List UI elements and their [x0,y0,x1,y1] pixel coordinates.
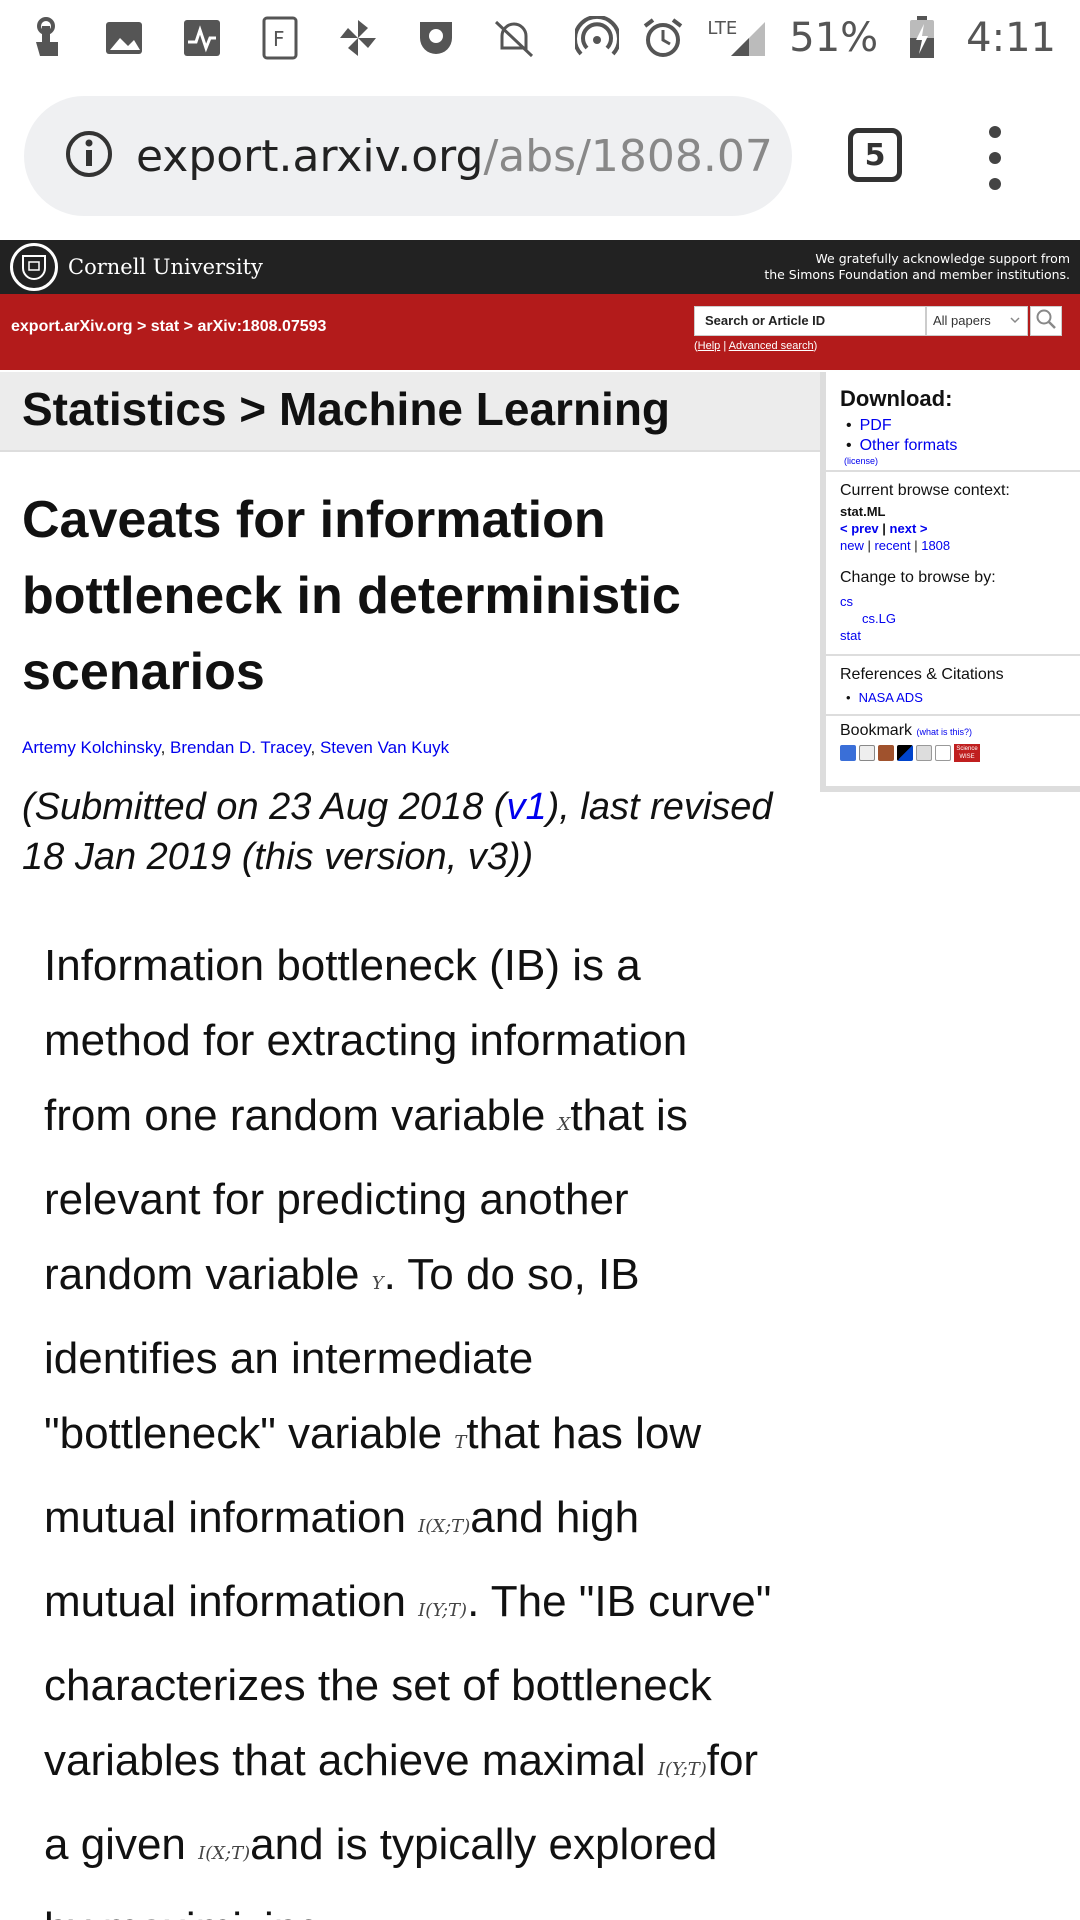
month-link[interactable]: 1808 [921,538,950,553]
digg-icon[interactable] [916,745,932,761]
sciencewise-icon[interactable]: Science WISE [954,744,980,762]
search-help-links: (Help | Advanced search) [694,340,818,352]
pulse-chart-icon [180,16,224,60]
image-icon [102,16,146,60]
help-link[interactable]: Help [698,340,721,352]
license-link[interactable]: (license) [844,456,1066,466]
flipboard-icon: F [258,16,302,60]
shield-icon [414,16,458,60]
notifications-off-icon [492,16,536,60]
overflow-menu-icon[interactable] [980,126,1010,190]
math-symbol: X [557,1114,571,1135]
next-link[interactable]: next > [890,521,928,536]
battery-percent: 51% [789,15,879,61]
recent-link[interactable]: recent [874,538,910,553]
support-acknowledgement[interactable]: We gratefully acknowledge support from t… [764,251,1070,283]
browse-cs-lg-link[interactable]: cs.LG [840,610,1066,627]
search-scope-select[interactable]: All papers [926,306,1028,336]
what-is-this-link[interactable]: (what is this?) [916,727,972,737]
prev-link[interactable]: < prev [840,521,879,536]
browse-context-label: Current browse context: [840,482,1010,499]
download-title: Download: [840,386,953,411]
cornell-seal-icon[interactable] [10,243,58,291]
submission-dateline: (Submitted on 23 Aug 2018 (v1), last rev… [22,786,773,878]
nasa-ads-link[interactable]: NASA ADS [846,688,1066,708]
chevron-down-icon [1009,313,1021,329]
reddit-icon[interactable] [935,745,951,761]
author-list: Artemy Kolchinsky, Brendan D. Tracey, St… [22,738,450,757]
author-link[interactable]: Brendan D. Tracey [170,738,310,757]
browse-context-value: stat.ML [840,504,886,519]
url-text[interactable]: export.arxiv.org/abs/1808.07 [136,131,773,182]
info-icon[interactable] [64,129,114,183]
breadcrumb[interactable]: export.arXiv.org > stat > arXiv:1808.075… [11,318,326,336]
pdf-link[interactable]: PDF [846,416,1066,436]
url-bar[interactable]: export.arxiv.org/abs/1808.07 [24,96,792,216]
bookmark-label: Bookmark [840,722,913,739]
abstract-text: Information bottleneck (IB) is a method … [44,941,772,1920]
bibsonomy-icon[interactable] [840,745,856,761]
author-link[interactable]: Steven Van Kuyk [320,738,449,757]
svg-text:F: F [273,27,285,51]
math-symbol: I(X;T) [418,1516,471,1537]
other-formats-link[interactable]: Other formats [846,436,1066,456]
advanced-search-link[interactable]: Advanced search [729,340,814,352]
browse-cs-link[interactable]: cs [840,593,1066,610]
version-v1-link[interactable]: v1 [506,786,546,828]
status-bar: F LTE 51% 4:11 [0,0,1080,76]
sidebar: Download: PDF Other formats (license) Cu… [820,372,1080,792]
citeulike-icon[interactable] [859,745,875,761]
cornell-header: Cornell University We gratefully acknowl… [0,240,1080,294]
hotspot-icon [575,16,620,60]
math-symbol: Y [371,1273,384,1294]
subject-heading: Statistics > Machine Learning [22,383,671,435]
search-button[interactable] [1030,306,1062,336]
new-link[interactable]: new [840,538,864,553]
touch-app-icon [24,16,68,60]
change-browse-label: Change to browse by: [840,569,996,586]
mendeley-icon[interactable] [878,745,894,761]
search-input[interactable]: Search or Article ID [694,306,926,336]
math-symbol: I(Y;T) [418,1600,468,1621]
battery-charging-icon [900,16,944,60]
pinwheel-icon [336,16,380,60]
signal-strength-icon: LTE [707,18,767,58]
math-symbol: I(X;T) [198,1843,251,1864]
subject-heading-band: Statistics > Machine Learning [0,372,820,452]
clock: 4:11 [966,15,1056,61]
math-symbol: I(Y;T) [657,1759,707,1780]
cornell-university-link[interactable]: Cornell University [68,255,263,279]
author-link[interactable]: Artemy Kolchinsky [22,738,161,757]
references-label: References & Citations [840,666,1004,683]
paper-title: Caveats for information bottleneck in de… [22,491,681,701]
math-symbol: T [454,1432,467,1453]
browse-stat-link[interactable]: stat [840,627,1066,644]
browser-toolbar: export.arxiv.org/abs/1808.07 5 [0,76,1080,240]
tab-switcher-button[interactable]: 5 [848,128,902,182]
search-icon [1035,308,1057,334]
arxiv-header: export.arXiv.org > stat > arXiv:1808.075… [0,294,1080,370]
delicious-icon[interactable] [897,745,913,761]
alarm-icon [641,16,685,60]
